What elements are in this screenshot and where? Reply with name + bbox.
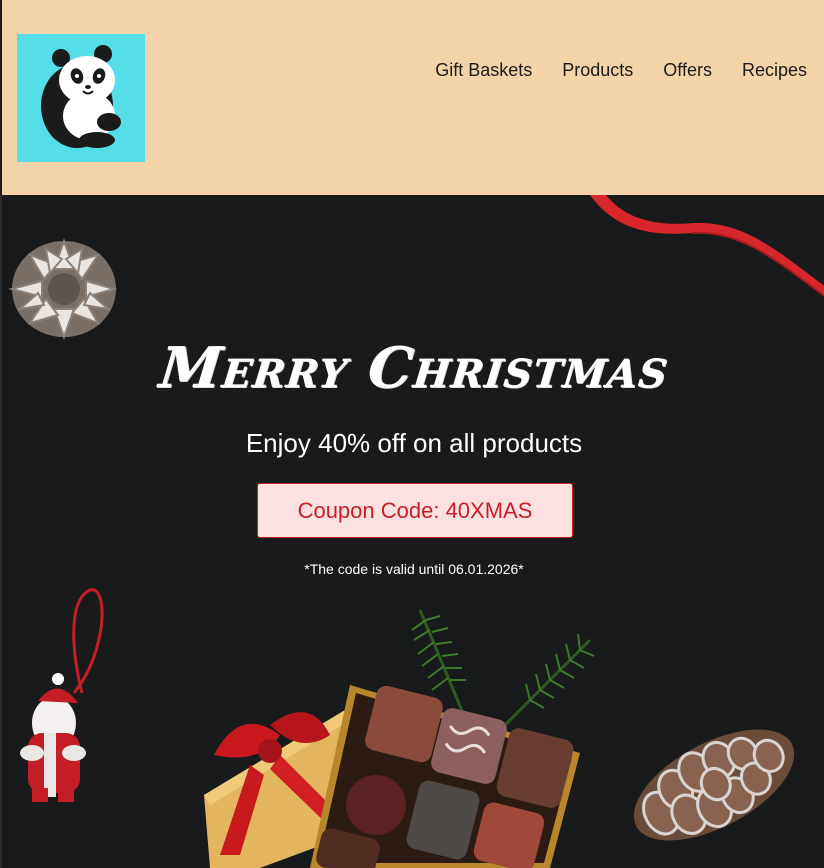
pine-cone-icon bbox=[633, 729, 795, 841]
ribbon-icon bbox=[590, 195, 824, 297]
santa-ornament-icon bbox=[20, 588, 104, 802]
coupon-code-button[interactable]: Coupon Code: 40XMAS bbox=[257, 483, 573, 538]
hero-banner: Merry Christmas Enjoy 40% off on all pro… bbox=[0, 195, 824, 868]
site-header: Gift Baskets Products Offers Recipes bbox=[0, 0, 824, 195]
nav-gift-baskets[interactable]: Gift Baskets bbox=[435, 60, 532, 81]
chocolate-box-icon bbox=[204, 685, 580, 868]
nav-offers[interactable]: Offers bbox=[663, 60, 712, 81]
panda-logo-icon[interactable] bbox=[17, 34, 145, 162]
main-nav: Gift Baskets Products Offers Recipes bbox=[435, 60, 807, 81]
hero-title: Merry Christmas bbox=[156, 335, 672, 401]
hero-subtitle: Enjoy 40% off on all products bbox=[245, 428, 583, 458]
nav-recipes[interactable]: Recipes bbox=[742, 60, 807, 81]
nav-products[interactable]: Products bbox=[562, 60, 633, 81]
coupon-validity-note: *The code is valid until 06.01.2026* bbox=[304, 561, 524, 577]
